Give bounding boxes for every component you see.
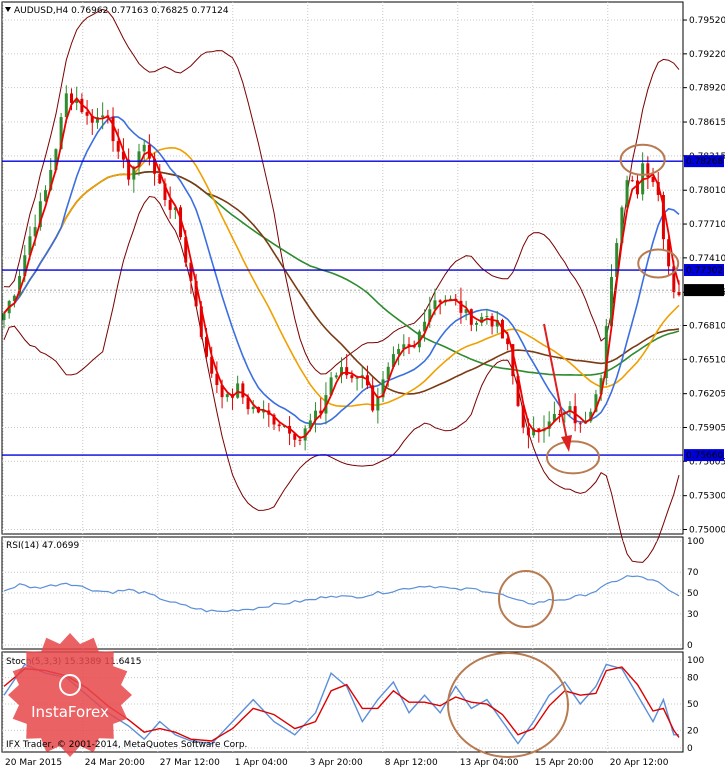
rsi-pane-title: RSI(14) 47.0699 (6, 541, 79, 551)
candle-body (70, 93, 73, 103)
y-tick-label: 0.78920 (689, 84, 725, 94)
candle-body (350, 375, 354, 379)
x-tick-label: 13 Apr 04:00 (460, 758, 519, 768)
candle-body (345, 367, 349, 376)
candle-body (142, 144, 146, 152)
x-tick-label: 3 Apr 20:00 (310, 758, 363, 768)
candle-body (85, 112, 89, 116)
y-tick-label: 0.76810 (689, 321, 725, 331)
candle-body (485, 316, 489, 318)
x-tick-label: 20 Apr 12:00 (610, 758, 669, 768)
y-tick-label: 0.77410 (689, 254, 725, 264)
y-tick-label: 0.79520 (689, 16, 725, 26)
candle-body (578, 423, 582, 425)
candle-body (277, 424, 281, 427)
y-tick-label: 0.77710 (689, 220, 725, 230)
candle-body (334, 375, 338, 378)
last-price-label: 0.77124 (686, 286, 723, 296)
candle-body (2, 313, 6, 320)
y-tick-label: 0.76205 (689, 390, 725, 400)
stoch-tick-label: 20 (687, 726, 699, 736)
candle-body (241, 383, 245, 398)
y-tick-label: 0.78010 (689, 186, 725, 196)
candle-body (526, 427, 530, 436)
y-tick-label: 0.75300 (689, 492, 725, 502)
x-tick-label: 27 Mar 12:00 (160, 758, 220, 768)
candle-body (475, 322, 478, 325)
y-tick-label: 0.76510 (689, 355, 725, 365)
candle-body (635, 180, 639, 195)
trading-chart-window: 20 Mar 2015 24 Mar 20:00 27 Mar 12:00 1 Apr… (0, 0, 725, 770)
rsi-tick-label: 30 (687, 610, 699, 620)
y-tick-label: 0.75000 (689, 525, 725, 535)
x-tick-label: 15 Apr 20:00 (535, 758, 594, 768)
x-tick-label: 20 Mar 2015 (5, 758, 62, 768)
candle-body (490, 316, 494, 327)
stoch-tick-label: 80 (687, 674, 699, 684)
y-tick-label: 0.75905 (689, 423, 725, 433)
main-pane-frame (1, 1, 684, 535)
rsi-tick-label: 0 (687, 641, 693, 651)
candle-body (397, 349, 401, 355)
candle-body (101, 115, 105, 118)
candle-body (251, 406, 255, 410)
y-tick-label: 0.78615 (689, 118, 725, 128)
x-tick-label: 8 Apr 12:00 (385, 758, 438, 768)
rsi-tick-label: 50 (687, 589, 699, 599)
rsi-tick-label: 70 (687, 568, 699, 578)
candle-body (438, 300, 442, 303)
candle-body (225, 394, 229, 398)
rsi-tick-label: 100 (687, 537, 704, 547)
main-pane-title: AUDUSD,H4 0.76962 0.77163 0.76825 0.7712… (14, 6, 229, 16)
resistance-1-label: 0.78268 (686, 157, 723, 167)
candle-body (298, 439, 302, 441)
x-tick-label: 24 Mar 20:00 (85, 758, 145, 768)
stoch-tick-label: 0 (687, 744, 693, 754)
logo-text: InstaForex (31, 703, 109, 721)
candle-body (64, 93, 68, 118)
candle-body (677, 292, 681, 296)
copyright-text: IFX Trader, © 2001-2014, MetaQuotes Soft… (6, 740, 247, 750)
stoch-tick-label: 50 (687, 700, 699, 710)
instaforex-logo (8, 633, 132, 757)
resistance-2-label: 0.77302 (686, 266, 723, 276)
support-1-label: 0.75660 (686, 451, 723, 461)
chart-canvas: 20 Mar 2015 24 Mar 20:00 27 Mar 12:00 1 Apr… (1, 1, 725, 768)
candle-body (376, 397, 380, 411)
stoch-tick-label: 100 (687, 656, 704, 666)
y-tick-label: 0.79220 (689, 50, 725, 60)
candle-body (116, 141, 120, 152)
x-tick-label: 1 Apr 04:00 (235, 758, 288, 768)
candle-body (630, 180, 634, 182)
candle-body (236, 383, 240, 398)
candle-body (168, 199, 172, 210)
